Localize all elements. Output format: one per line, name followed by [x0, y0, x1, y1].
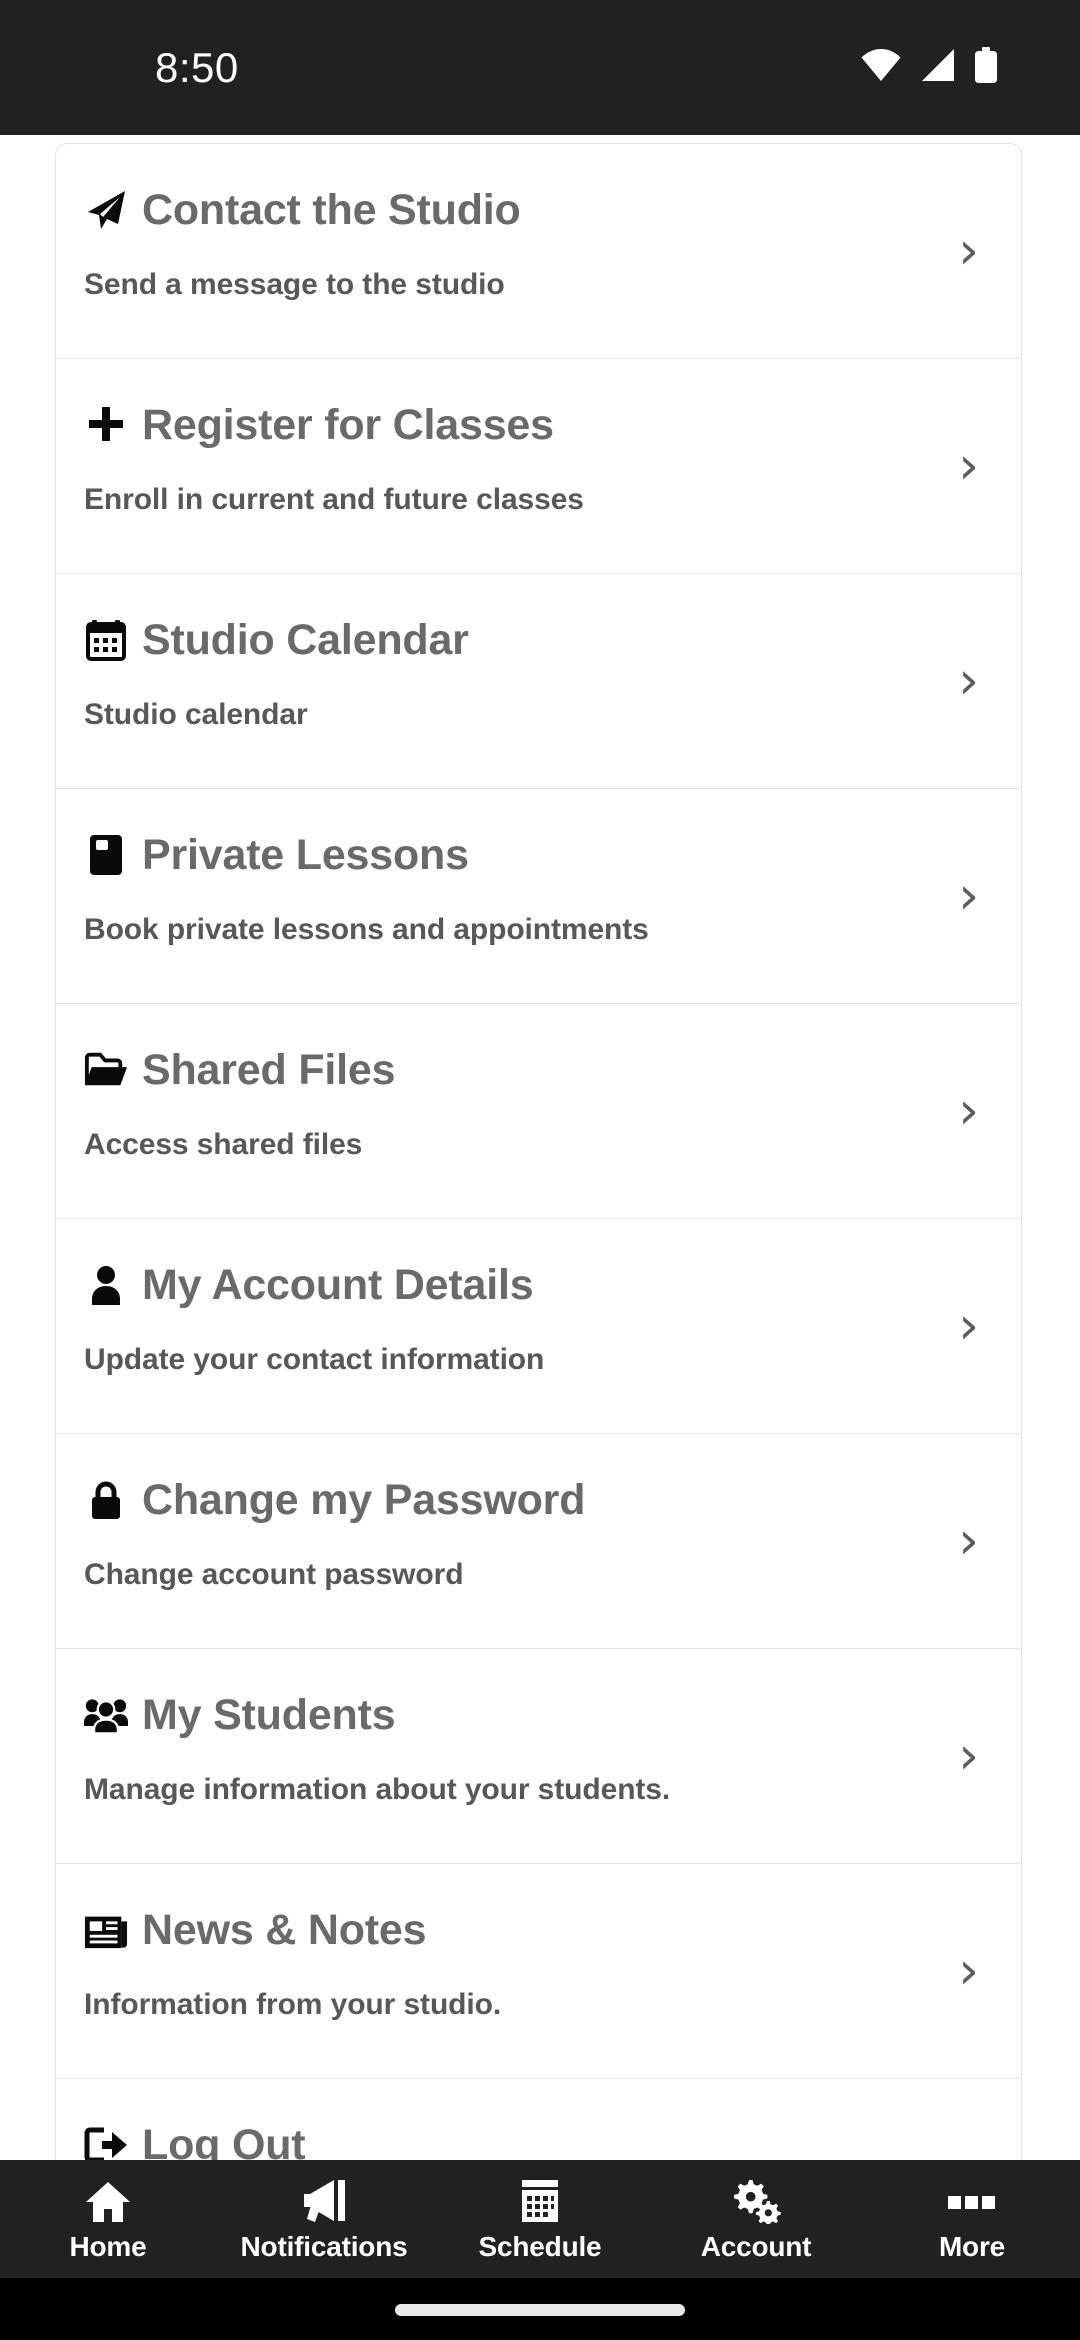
- nav-tab-account[interactable]: Account: [648, 2178, 864, 2261]
- menu-item-title-row: Private Lessons: [84, 833, 1021, 877]
- menu-item-title-row: Log Out: [84, 2123, 1021, 2160]
- menu-item-title-row: News & Notes: [84, 1908, 1021, 1952]
- folder-open-icon: [84, 1048, 128, 1092]
- calendar-schedule-icon: [518, 2178, 562, 2224]
- home-indicator[interactable]: [395, 2304, 685, 2316]
- calendar-icon: [84, 618, 128, 662]
- menu-item-subtitle: Access shared files: [84, 1128, 363, 1161]
- nav-tab-label: Account: [700, 2230, 812, 2262]
- battery-icon: [974, 47, 998, 88]
- nav-tab-label: More: [938, 2230, 1006, 2262]
- menu-item-label: Contact the Studio: [142, 185, 521, 234]
- chevron-right-icon: ›: [958, 1511, 979, 1571]
- menu-item-title-row: Change my Password: [84, 1478, 1021, 1522]
- menu-scroll-area[interactable]: Contact the Studio Send a message to the…: [0, 135, 1080, 2160]
- megaphone-icon: [300, 2178, 348, 2224]
- wifi-icon: [860, 48, 902, 87]
- menu-item-label: My Account Details: [142, 1260, 534, 1309]
- status-bar-clock: 8:50: [155, 43, 239, 91]
- users-group-icon: [84, 1693, 128, 1737]
- lock-icon: [84, 1478, 128, 1522]
- menu-item-register-for-classes[interactable]: Register for Classes Enroll in current a…: [56, 359, 1021, 574]
- menu-item-title-row: Studio Calendar: [84, 618, 1021, 662]
- status-bar: 8:50: [0, 0, 1080, 135]
- nav-tab-notifications[interactable]: Notifications: [216, 2178, 432, 2261]
- gesture-navigation-area: [0, 2278, 1080, 2340]
- cellular-signal-icon: [920, 48, 956, 87]
- menu-item-subtitle: Send a message to the studio: [84, 268, 505, 301]
- chevron-right-icon: ›: [958, 436, 979, 496]
- menu-item-change-my-password[interactable]: Change my Password Change account passwo…: [56, 1434, 1021, 1649]
- menu-item-log-out[interactable]: Log Out ›: [56, 2079, 1021, 2160]
- chevron-right-icon: ›: [958, 651, 979, 711]
- newspaper-icon: [84, 1908, 128, 1952]
- book-icon: [84, 833, 128, 877]
- menu-item-subtitle: Enroll in current and future classes: [84, 483, 584, 516]
- menu-item-title-row: Register for Classes: [84, 403, 1021, 447]
- menu-item-label: My Students: [142, 1690, 396, 1739]
- menu-item-label: Private Lessons: [142, 830, 469, 879]
- plus-icon: [84, 403, 128, 447]
- menu-item-label: Log Out: [142, 2120, 306, 2160]
- menu-item-subtitle: Book private lessons and appointments: [84, 913, 649, 946]
- menu-item-label: Change my Password: [142, 1475, 586, 1524]
- menu-item-title-row: My Account Details: [84, 1263, 1021, 1307]
- gears-icon: [731, 2178, 781, 2224]
- menu-item-subtitle: Studio calendar: [84, 698, 308, 731]
- chevron-right-icon: ›: [958, 1941, 979, 2001]
- nav-tab-label: Notifications: [240, 2230, 408, 2262]
- menu-item-my-account-details[interactable]: My Account Details Update your contact i…: [56, 1219, 1021, 1434]
- status-bar-icons: [860, 47, 998, 88]
- paper-plane-icon: [84, 188, 128, 232]
- bottom-navigation-bar: Home Notifications Schedule Account More: [0, 2160, 1080, 2278]
- menu-item-label: News & Notes: [142, 1905, 427, 1954]
- sign-out-icon: [84, 2123, 128, 2160]
- nav-tab-home[interactable]: Home: [0, 2178, 216, 2261]
- menu-item-news-and-notes[interactable]: News & Notes Information from your studi…: [56, 1864, 1021, 2079]
- menu-item-subtitle: Manage information about your students.: [84, 1773, 671, 1806]
- nav-tab-schedule[interactable]: Schedule: [432, 2178, 648, 2261]
- menu-item-studio-calendar[interactable]: Studio Calendar Studio calendar ›: [56, 574, 1021, 789]
- menu-item-label: Shared Files: [142, 1045, 396, 1094]
- menu-item-title-row: My Students: [84, 1693, 1021, 1737]
- chevron-right-icon: ›: [958, 1726, 979, 1786]
- nav-tab-label: Schedule: [478, 2230, 602, 2262]
- menu-item-subtitle: Update your contact information: [84, 1343, 545, 1376]
- nav-tab-label: Home: [69, 2230, 147, 2262]
- user-icon: [84, 1263, 128, 1307]
- chevron-right-icon: ›: [958, 1296, 979, 1356]
- menu-card: Contact the Studio Send a message to the…: [55, 143, 1022, 2160]
- menu-item-label: Studio Calendar: [142, 615, 469, 664]
- menu-item-title-row: Contact the Studio: [84, 188, 1021, 232]
- menu-item-label: Register for Classes: [142, 400, 554, 449]
- chevron-right-icon: ›: [958, 1081, 979, 1141]
- menu-item-my-students[interactable]: My Students Manage information about you…: [56, 1649, 1021, 1864]
- menu-item-private-lessons[interactable]: Private Lessons Book private lessons and…: [56, 789, 1021, 1004]
- phone-screen: 8:50 Contact the Studio Send a message t…: [0, 0, 1080, 2340]
- nav-tab-more[interactable]: More: [864, 2178, 1080, 2261]
- more-squares-icon: [946, 2178, 998, 2224]
- menu-item-shared-files[interactable]: Shared Files Access shared files ›: [56, 1004, 1021, 1219]
- home-icon: [85, 2178, 131, 2224]
- menu-item-title-row: Shared Files: [84, 1048, 1021, 1092]
- menu-item-subtitle: Information from your studio.: [84, 1988, 502, 2021]
- chevron-right-icon: ›: [958, 866, 979, 926]
- chevron-right-icon: ›: [958, 221, 979, 281]
- menu-item-subtitle: Change account password: [84, 1558, 464, 1591]
- menu-item-contact-the-studio[interactable]: Contact the Studio Send a message to the…: [56, 144, 1021, 359]
